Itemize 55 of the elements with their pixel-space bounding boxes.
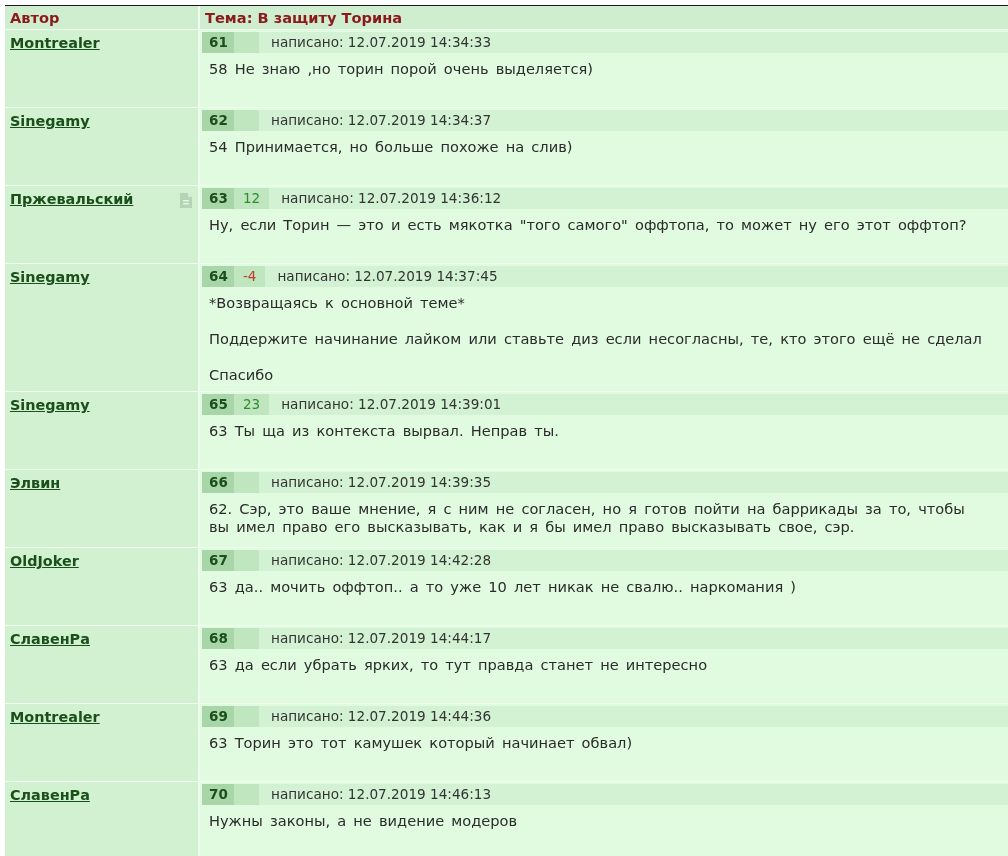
post-text: Нужны законы, а не видение модеров bbox=[209, 812, 519, 830]
rating-cell bbox=[234, 32, 259, 53]
post-date: написано: 12.07.2019 14:46:13 bbox=[270, 785, 492, 804]
post-text: 63 Торин это тот камушек который начинает обвал) bbox=[209, 734, 634, 752]
post-date: написано: 12.07.2019 14:39:35 bbox=[270, 473, 492, 492]
post-date: написано: 12.07.2019 14:42:28 bbox=[270, 551, 492, 570]
author-link[interactable]: Sinegamy bbox=[10, 113, 90, 130]
post-text: 63 да.. мочить оффтоп.. а то уже 10 лет никак не свалю.. наркомания ) bbox=[209, 578, 797, 596]
rating-cell bbox=[234, 110, 259, 131]
author-link[interactable]: Montrealer bbox=[10, 35, 100, 52]
post-number[interactable]: 67 bbox=[202, 550, 234, 571]
author-link[interactable]: СлавенРа bbox=[10, 787, 90, 804]
rating-cell bbox=[234, 784, 259, 805]
author-link[interactable]: Montrealer bbox=[10, 709, 100, 726]
post-number[interactable]: 62 bbox=[202, 110, 234, 131]
rating-score: 23 bbox=[234, 394, 270, 415]
post-text: 54 Принимается, но больше похоже на слив) bbox=[209, 138, 574, 156]
post-date: написано: 12.07.2019 14:34:33 bbox=[270, 33, 492, 52]
rating-cell bbox=[234, 472, 259, 493]
author-link[interactable]: Sinegamy bbox=[10, 397, 90, 414]
post-number[interactable]: 70 bbox=[202, 784, 234, 805]
author-link[interactable]: Элвин bbox=[10, 475, 61, 492]
rating-score: 12 bbox=[234, 188, 270, 209]
rating-cell bbox=[234, 706, 259, 727]
post-date: написано: 12.07.2019 14:36:12 bbox=[280, 189, 502, 208]
post-date: написано: 12.07.2019 14:34:37 bbox=[270, 111, 492, 130]
post-number[interactable]: 66 bbox=[202, 472, 234, 493]
post-text: 63 Ты ща из контекста вырвал. Неправ ты. bbox=[209, 422, 560, 440]
document-icon[interactable] bbox=[180, 193, 192, 208]
post-text: 58 Не знаю ,но торин порой очень выделяется) bbox=[209, 60, 594, 78]
post-text: 62. Сэр, это ваше мнение, я с ним не согласен, но я готов пойти на баррикады за то, чтобы вы имел право его высказывать, как и я бы имел право высказывать свое, сэр. bbox=[209, 500, 966, 536]
author-link[interactable]: СлавенРа bbox=[10, 631, 90, 648]
post-number[interactable]: 61 bbox=[202, 32, 234, 53]
post-date: написано: 12.07.2019 14:39:01 bbox=[280, 395, 502, 414]
post-date: написано: 12.07.2019 14:37:45 bbox=[276, 267, 498, 286]
post-number[interactable]: 63 bbox=[202, 188, 234, 209]
post-number[interactable]: 69 bbox=[202, 706, 234, 727]
post-text: Ну, если Торин — это и есть мякотка "того самого" оффтопа, то может ну его этот оффтоп? bbox=[209, 216, 968, 234]
post-text: *Возвращаясь к основной теме* bbox=[209, 294, 466, 312]
post-text: Спасибо bbox=[209, 366, 275, 384]
author-link[interactable]: Sinegamy bbox=[10, 269, 90, 286]
post-date: написано: 12.07.2019 14:44:36 bbox=[270, 707, 492, 726]
post-date: написано: 12.07.2019 14:44:17 bbox=[270, 629, 492, 648]
rating-score: -4 bbox=[234, 266, 266, 287]
author-link[interactable]: Пржевальский bbox=[10, 191, 134, 208]
post-number[interactable]: 68 bbox=[202, 628, 234, 649]
rating-cell bbox=[234, 550, 259, 571]
column-header: Тема: В защиту Торина bbox=[200, 6, 1008, 29]
post-number[interactable]: 64 bbox=[202, 266, 234, 287]
rating-cell bbox=[234, 628, 259, 649]
column-header: Автор bbox=[5, 6, 198, 29]
author-link[interactable]: OldJoker bbox=[10, 553, 79, 570]
post-text: 63 да если убрать ярких, то тут правда станет не интересно bbox=[209, 656, 709, 674]
post-number[interactable]: 65 bbox=[202, 394, 234, 415]
post-text: Поддержите начинание лайком или ставьте диз если несогласны, те, кто этого ещё не сделал bbox=[209, 330, 983, 348]
